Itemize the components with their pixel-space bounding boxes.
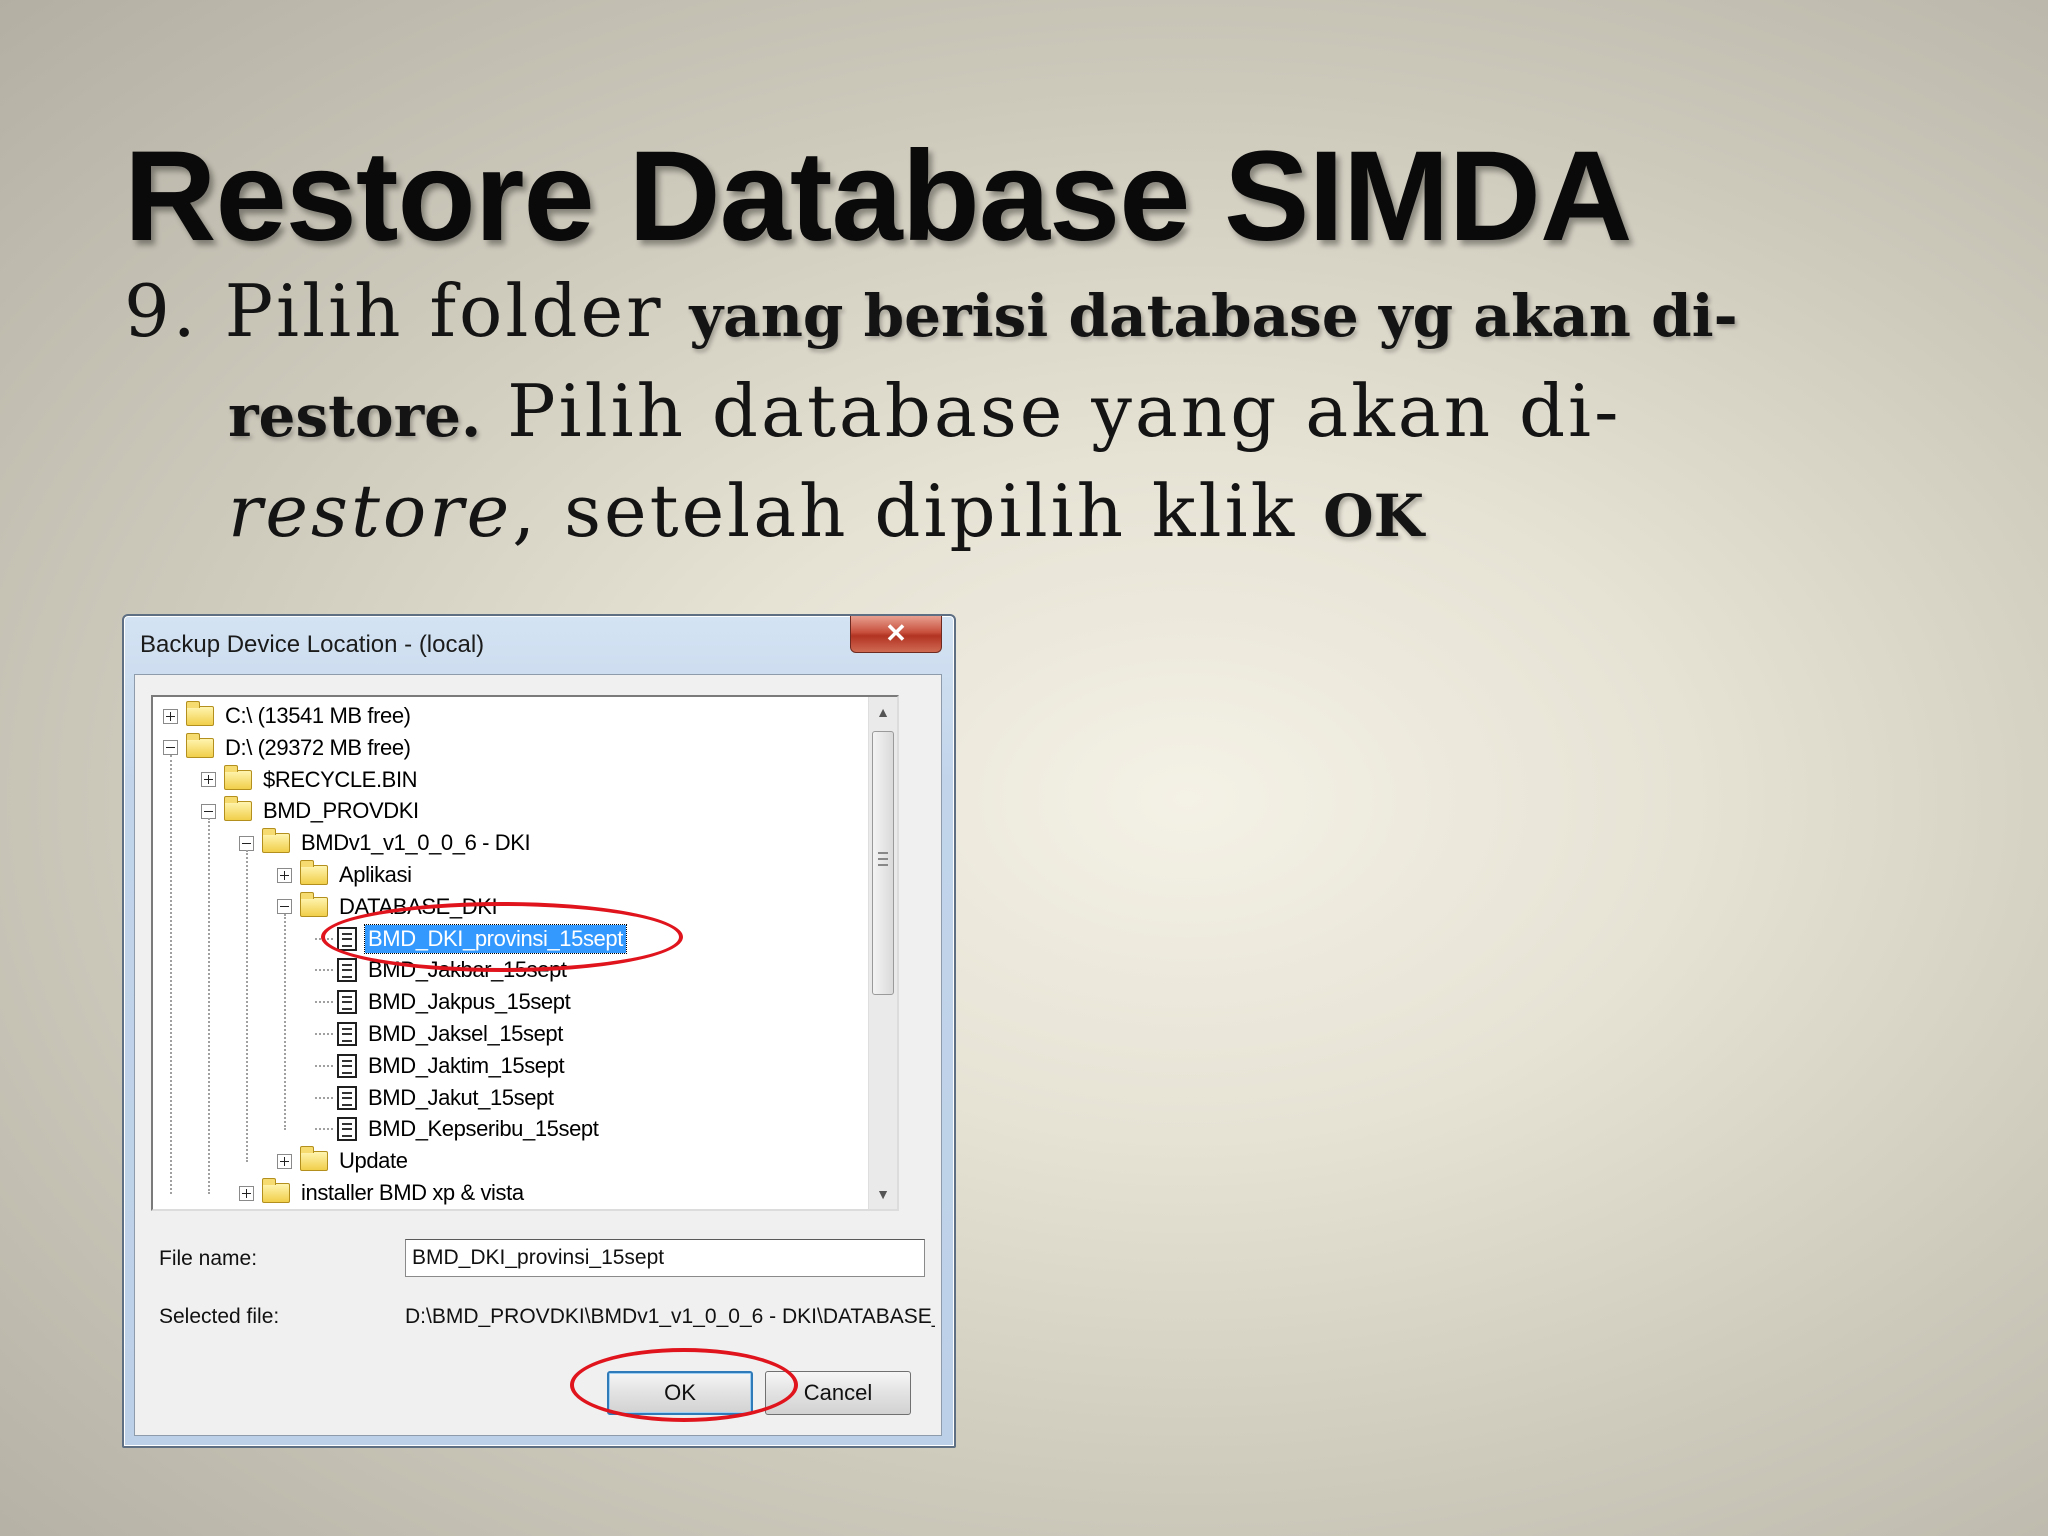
tree-item-label: BMD_Jakut_15sept — [368, 1084, 554, 1110]
folder-icon — [262, 828, 290, 854]
collapse-minus-icon[interactable] — [239, 835, 254, 851]
tree-guide-line — [246, 850, 248, 1163]
step-text-part4: Pilih database yang akan di- — [481, 369, 1622, 453]
file-icon — [337, 1085, 357, 1110]
tree-item-label: D:\ (29372 MB free) — [225, 734, 411, 760]
folder-icon — [300, 860, 328, 885]
tree-connector — [315, 1033, 333, 1035]
file-name-label: File name: — [159, 1247, 258, 1270]
tree-file-item[interactable]: BMD_Jakpus_15sept — [315, 987, 573, 1017]
tree-file-item[interactable]: BMD_DKI_provinsi_15sept — [315, 923, 627, 954]
tree-folder-item[interactable]: Aplikasi — [277, 860, 415, 890]
expand-plus-icon[interactable] — [163, 708, 178, 724]
tree-guide-line — [284, 913, 286, 1131]
scroll-grip-icon — [878, 852, 888, 866]
tree-folder-item[interactable]: BMDv1_v1_0_0_6 - DKI — [239, 828, 533, 858]
tree-item-label: BMD_PROVDKI — [263, 798, 419, 824]
step-line-3: restore, setelah dipilih klik OK — [124, 464, 1764, 564]
tree-connector — [315, 1096, 333, 1099]
tree-item-label: BMD_DKI_provinsi_15sept — [364, 923, 627, 954]
folder-icon — [262, 1178, 290, 1203]
tree-connector — [315, 1001, 333, 1004]
tree-items: C:\ (13541 MB free) D:\ (29372 MB free) $R… — [153, 697, 867, 1209]
tree-item-label: installer BMD xp & vista — [301, 1180, 524, 1205]
backup-device-location-dialog: Backup Device Location - (local) ✕ C:\ (… — [122, 614, 956, 1448]
scroll-down-icon[interactable]: ▼ — [869, 1179, 897, 1209]
step-text-italic: restore — [228, 469, 513, 553]
dialog-client-area: C:\ (13541 MB free) D:\ (29372 MB free) $R… — [134, 674, 942, 1436]
tree-item-label: BMD_Jakbar_15sept — [368, 957, 567, 983]
tree-item-label: DATABASE_DKI — [339, 893, 498, 919]
tree-connector — [315, 937, 333, 940]
collapse-minus-icon[interactable] — [201, 803, 216, 819]
scroll-thumb[interactable] — [872, 731, 894, 995]
expand-plus-icon[interactable] — [201, 772, 216, 788]
tree-item-label: BMDv1_v1_0_0_6 - DKI — [301, 830, 531, 856]
tree-item-label: BMD_Jaktim_15sept — [368, 1052, 565, 1078]
folder-icon — [300, 891, 328, 917]
tree-item-label: BMD_Kepseribu_15sept — [368, 1116, 599, 1142]
collapse-minus-icon[interactable] — [277, 899, 292, 915]
tree-file-item[interactable]: BMD_Jakut_15sept — [315, 1083, 557, 1113]
tree-item-label: Update — [339, 1148, 408, 1174]
folder-icon — [224, 796, 252, 822]
tree-folder-item[interactable]: D:\ (29372 MB free) — [163, 732, 414, 763]
file-icon — [337, 990, 357, 1015]
tree-connector — [315, 1064, 333, 1067]
tree-folder-item[interactable]: DATABASE_DKI — [277, 891, 500, 922]
ok-button[interactable]: OK — [607, 1371, 753, 1415]
tree-item-label: $RECYCLE.BIN — [263, 766, 418, 792]
tree-connector — [315, 969, 333, 972]
tree-item-label: Aplikasi — [339, 862, 412, 887]
tree-folder-item[interactable]: installer BMD xp & vista — [239, 1178, 527, 1208]
selected-file-path: D:\BMD_PROVDKI\BMDv1_v1_0_0_6 - DKI\DATA… — [405, 1305, 935, 1328]
tree-connector — [315, 1128, 333, 1131]
step-number: 9. — [124, 269, 199, 353]
tree-folder-item[interactable]: Update — [277, 1146, 411, 1176]
step-text-part1: Pilih folder — [224, 269, 690, 353]
step-line-1: 9. Pilih folder yang berisi database yg … — [124, 264, 1764, 364]
tree-file-item[interactable]: BMD_Jakbar_15sept — [315, 955, 570, 985]
expand-plus-icon[interactable] — [277, 867, 292, 883]
slide-title: Restore Database SIMDA — [124, 125, 1632, 268]
file-name-input[interactable] — [405, 1239, 925, 1277]
tree-folder-item[interactable]: BMD_PROVDKI — [201, 796, 422, 826]
file-icon — [337, 1053, 357, 1078]
collapse-minus-icon[interactable] — [163, 740, 178, 756]
step-instruction: 9. Pilih folder yang berisi database yg … — [124, 264, 1764, 564]
dialog-title: Backup Device Location - (local) — [140, 631, 485, 658]
folder-tree-view[interactable]: C:\ (13541 MB free) D:\ (29372 MB free) $R… — [151, 695, 899, 1211]
step-text-part6: , setelah dipilih klik — [512, 469, 1324, 553]
folder-icon — [300, 1146, 328, 1172]
step-text-ok: OK — [1323, 482, 1425, 550]
folder-icon — [224, 764, 252, 790]
tree-folder-item[interactable]: C:\ (13541 MB free) — [163, 701, 414, 731]
vertical-scrollbar[interactable]: ▲ ▼ — [868, 697, 897, 1209]
tree-item-label: BMD_Jaksel_15sept — [368, 1021, 563, 1046]
tree-guide-line — [170, 754, 172, 1194]
step-line-2: restore. Pilih database yang akan di- — [124, 364, 1764, 464]
file-icon — [337, 1117, 357, 1142]
tree-guide-line — [208, 818, 210, 1194]
expand-plus-icon[interactable] — [239, 1185, 254, 1201]
cancel-button[interactable]: Cancel — [765, 1371, 911, 1415]
tree-file-item[interactable]: BMD_Jaktim_15sept — [315, 1051, 567, 1081]
tree-file-item[interactable]: BMD_Jaksel_15sept — [315, 1019, 566, 1049]
expand-plus-icon[interactable] — [277, 1153, 292, 1169]
folder-icon — [186, 701, 214, 726]
tree-file-item[interactable]: BMD_Kepseribu_15sept — [315, 1114, 601, 1144]
selected-file-label: Selected file: — [159, 1305, 280, 1328]
tree-item-label: C:\ (13541 MB free) — [225, 703, 411, 728]
step-text-bold-1: yang berisi database yg akan di- — [689, 282, 1738, 350]
file-icon — [337, 958, 357, 983]
tree-item-label: BMD_Jakpus_15sept — [368, 989, 571, 1015]
file-icon — [337, 926, 357, 951]
file-icon — [337, 1022, 357, 1046]
scroll-up-icon[interactable]: ▲ — [869, 697, 897, 727]
step-text-bold-2: restore. — [228, 382, 482, 450]
tree-folder-item[interactable]: $RECYCLE.BIN — [201, 764, 420, 795]
folder-icon — [186, 732, 214, 758]
close-icon[interactable]: ✕ — [850, 616, 942, 653]
